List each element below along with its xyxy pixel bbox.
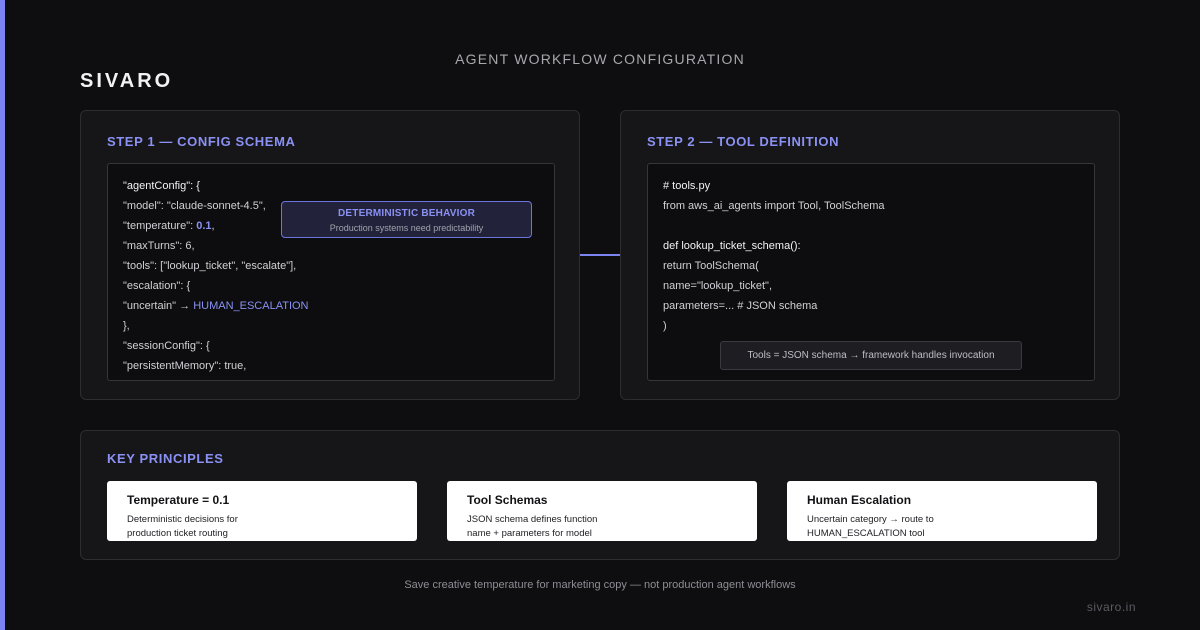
step-1-title: STEP 1 — CONFIG SCHEMA <box>107 134 296 149</box>
code-line: def lookup_ticket_schema(): <box>663 240 801 252</box>
code-line: from aws_ai_agents import Tool, ToolSche… <box>663 200 885 212</box>
card-title: Human Escalation <box>807 493 912 507</box>
principle-card-human-escalation: Human Escalation Uncertain category → ro… <box>787 481 1097 541</box>
code-line: "maxTurns": 6, <box>123 240 195 252</box>
code-line: "tools": ["lookup_ticket", "escalate"], <box>123 260 297 272</box>
card-desc-line: Uncertain category → route to <box>807 514 934 525</box>
step-1-panel: STEP 1 — CONFIG SCHEMA "agentConfig": { … <box>80 110 580 400</box>
card-desc-line: HUMAN_ESCALATION tool <box>807 528 925 539</box>
code-text: "uncertain" → <box>123 300 194 312</box>
temperature-value: 0.1 <box>196 220 212 232</box>
config-code-block: "agentConfig": { "model": "claude-sonnet… <box>107 163 555 381</box>
code-line: "model": "claude-sonnet-4.5", <box>123 200 266 212</box>
card-title: Temperature = 0.1 <box>127 493 230 507</box>
code-line: "escalation": { <box>123 280 191 292</box>
code-line: "sessionConfig": { <box>123 340 210 352</box>
key-principles-panel: KEY PRINCIPLES Temperature = 0.1 Determi… <box>80 430 1120 560</box>
principles-title: KEY PRINCIPLES <box>107 451 224 466</box>
code-line: "persistentMemory": true, <box>123 360 247 372</box>
code-line: name="lookup_ticket", <box>663 280 773 292</box>
step-2-title: STEP 2 — TOOL DEFINITION <box>647 134 840 149</box>
escalation-target: HUMAN_ESCALATION <box>193 300 309 312</box>
code-line: }, <box>123 320 130 332</box>
card-desc-line: name + parameters for model <box>467 528 592 539</box>
code-line: ) <box>663 320 667 332</box>
page-heading: AGENT WORKFLOW CONFIGURATION <box>455 51 745 67</box>
card-description: Uncertain category → route to HUMAN_ESCA… <box>807 513 1007 541</box>
card-description: JSON schema defines function name + para… <box>467 513 667 541</box>
step-2-panel: STEP 2 — TOOL DEFINITION # tools.py from… <box>620 110 1120 400</box>
site-url: sivaro.in <box>1086 600 1136 614</box>
code-line: "uncertain" → HUMAN_ESCALATION <box>123 300 309 312</box>
card-title: Tool Schemas <box>467 493 548 507</box>
code-line: "agentConfig": { <box>123 180 200 192</box>
callout-subtitle: Production systems need predictability <box>329 223 484 233</box>
card-desc-line: Deterministic decisions for <box>127 514 238 525</box>
code-text: , <box>211 220 215 232</box>
card-description: Deterministic decisions for production t… <box>127 513 327 541</box>
code-line: parameters=... # JSON schema <box>663 300 818 312</box>
brand-logo: SIVARO <box>80 70 174 92</box>
footer-note: Save creative temperature for marketing … <box>404 579 796 591</box>
left-accent-bar <box>0 0 5 630</box>
principle-card-temperature: Temperature = 0.1 Deterministic decision… <box>107 481 417 541</box>
tools-note: Tools = JSON schema → framework handles … <box>720 341 1022 370</box>
callout-title: DETERMINISTIC BEHAVIOR <box>338 208 475 219</box>
deterministic-callout: DETERMINISTIC BEHAVIOR Production system… <box>281 201 532 238</box>
card-desc-line: JSON schema defines function <box>467 514 598 525</box>
card-desc-line: production ticket routing <box>127 528 228 539</box>
code-line: return ToolSchema( <box>663 260 759 272</box>
tool-code-block: # tools.py from aws_ai_agents import Too… <box>647 163 1095 381</box>
principle-card-tool-schemas: Tool Schemas JSON schema defines functio… <box>447 481 757 541</box>
code-text: "temperature": <box>123 220 197 232</box>
code-line: "temperature": 0.1, <box>123 220 215 232</box>
code-comment: # tools.py <box>663 180 711 192</box>
